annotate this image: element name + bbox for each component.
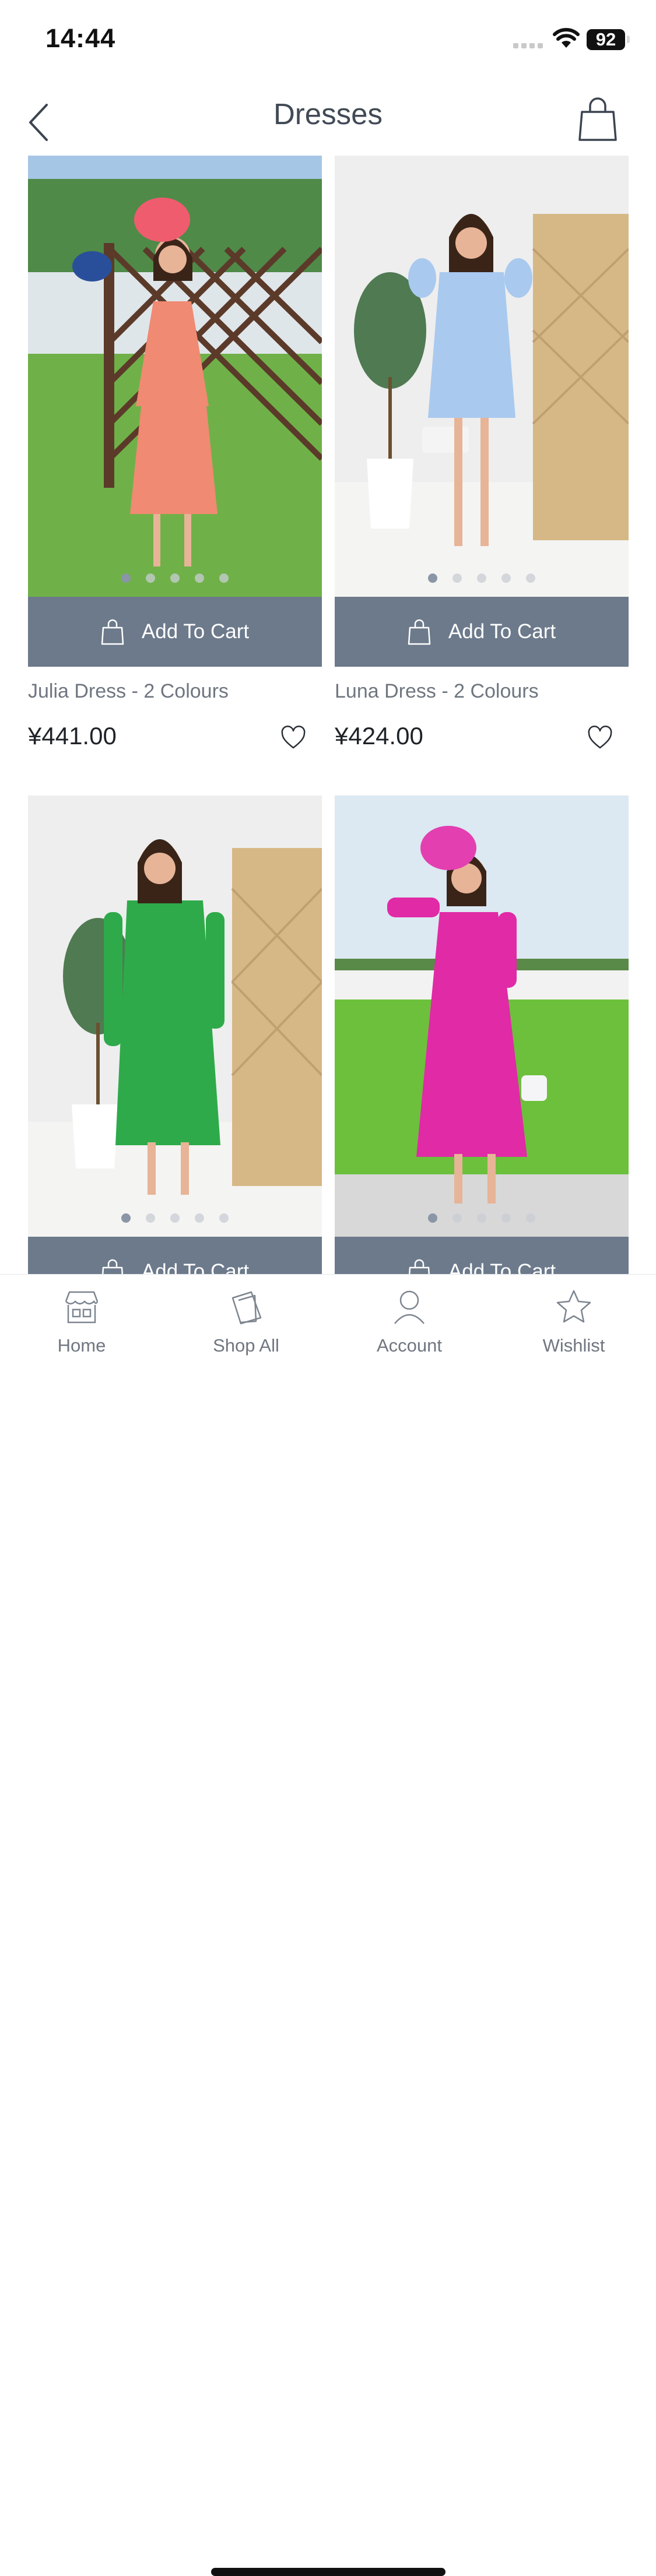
product-image[interactable]	[28, 796, 322, 1237]
tab-account[interactable]: Account	[351, 1289, 468, 1356]
cellular-signal-icon	[513, 43, 545, 49]
carousel-dot[interactable]	[195, 573, 204, 583]
product-image[interactable]	[335, 156, 629, 597]
carousel-dot[interactable]	[428, 573, 437, 583]
product-photo	[335, 156, 629, 597]
product-image[interactable]	[335, 796, 629, 1237]
carousel-dot[interactable]	[452, 1213, 462, 1223]
shopping-bag-icon	[578, 97, 617, 141]
carousel-dot[interactable]	[219, 1213, 229, 1223]
status-bar: 14:44 92	[0, 0, 656, 82]
wifi-icon	[553, 28, 580, 48]
shopping-bag-icon	[101, 619, 124, 645]
shopping-bag-icon	[408, 619, 431, 645]
star-icon	[556, 1290, 591, 1323]
carousel-dot[interactable]	[501, 573, 511, 583]
carousel-dot[interactable]	[170, 573, 180, 583]
carousel-dot[interactable]	[477, 573, 486, 583]
product-photo	[28, 796, 322, 1237]
carousel-dot[interactable]	[146, 573, 155, 583]
product-photo	[28, 156, 322, 597]
status-time: 14:44	[45, 23, 116, 53]
product-name[interactable]: Luna Dress - 2 Colours	[335, 680, 539, 703]
navigation-bar: Dresses	[0, 82, 656, 157]
product-price: ¥424.00	[335, 722, 423, 749]
heart-icon[interactable]	[280, 726, 307, 750]
tab-shop-all[interactable]: Shop All	[188, 1289, 304, 1356]
product-price: ¥441.00	[28, 722, 117, 749]
bottom-tab-bar: Home Shop All Account Wishlist	[0, 1274, 656, 2576]
page-title: Dresses	[273, 97, 383, 131]
add-to-cart-label: Add To Cart	[141, 620, 250, 643]
tab-home[interactable]: Home	[23, 1289, 140, 1356]
carousel-dot[interactable]	[428, 1213, 437, 1223]
carousel-dot[interactable]	[170, 1213, 180, 1223]
carousel-dot[interactable]	[195, 1213, 204, 1223]
cart-button[interactable]	[575, 94, 620, 143]
carousel-dot[interactable]	[121, 573, 131, 583]
add-to-cart-button[interactable]: Add To Cart	[335, 597, 629, 667]
carousel-dot[interactable]	[477, 1213, 486, 1223]
person-icon	[394, 1290, 425, 1324]
tab-label: Account	[376, 1335, 442, 1356]
carousel-dot[interactable]	[526, 1213, 535, 1223]
tab-wishlist[interactable]: Wishlist	[515, 1289, 632, 1356]
carousel-dot[interactable]	[121, 1213, 131, 1223]
battery-icon: 92	[587, 29, 625, 50]
product-image[interactable]	[28, 156, 322, 597]
add-to-cart-label: Add To Cart	[448, 620, 556, 643]
carousel-dot[interactable]	[219, 573, 229, 583]
carousel-dot[interactable]	[146, 1213, 155, 1223]
heart-icon[interactable]	[587, 726, 613, 750]
image-carousel-dots[interactable]	[28, 573, 322, 583]
battery-tip	[627, 36, 630, 43]
add-to-cart-button[interactable]: Add To Cart	[28, 597, 322, 667]
carousel-dot[interactable]	[501, 1213, 511, 1223]
carousel-dot[interactable]	[526, 573, 535, 583]
product-photo	[335, 796, 629, 1237]
storefront-icon	[65, 1291, 99, 1324]
tab-label: Wishlist	[542, 1335, 605, 1356]
shopping-bag-tilted-icon	[231, 1291, 262, 1325]
tab-label: Shop All	[213, 1335, 279, 1356]
carousel-dot[interactable]	[452, 573, 462, 583]
image-carousel-dots[interactable]	[28, 1213, 322, 1223]
product-name[interactable]: Julia Dress - 2 Colours	[28, 680, 229, 703]
image-carousel-dots[interactable]	[335, 573, 629, 583]
home-indicator	[211, 2568, 445, 2576]
tab-label: Home	[57, 1335, 106, 1356]
image-carousel-dots[interactable]	[335, 1213, 629, 1223]
